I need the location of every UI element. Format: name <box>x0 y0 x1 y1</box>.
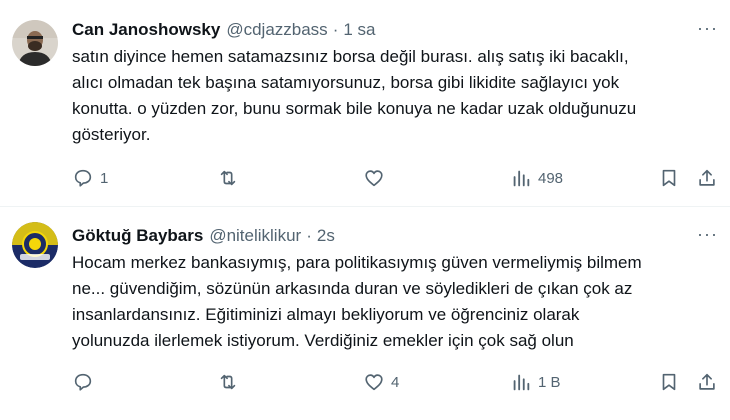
reply-icon <box>74 373 92 391</box>
action-bar: 4 1 B <box>72 371 722 395</box>
user-handle[interactable]: @niteliklikur <box>209 226 301 246</box>
more-icon[interactable]: ··· <box>697 18 718 39</box>
like-count: 4 <box>391 373 400 391</box>
user-handle[interactable]: @cdjazzbass <box>226 20 327 40</box>
tweet-text-line: gösteriyor. <box>72 125 151 144</box>
tweet-header: Göktuğ Baybars @niteliklikur · 2s <box>72 226 335 246</box>
share-button[interactable] <box>696 167 718 189</box>
views-count: 498 <box>538 169 564 187</box>
separator: · <box>306 226 312 245</box>
tweet-text-line: insanlardansınız. Eğitiminizi almayı bek… <box>72 305 580 324</box>
tweet-text: Hocam merkez bankasıymış, para politikas… <box>72 250 720 354</box>
views-button[interactable]: 1 B <box>510 371 561 393</box>
retweet-button[interactable] <box>217 371 245 393</box>
tweet-text: satın diyince hemen satamazsınız borsa d… <box>72 44 720 148</box>
display-name[interactable]: Göktuğ Baybars <box>72 226 203 246</box>
timestamp[interactable]: 1 sa <box>343 20 375 40</box>
like-icon <box>365 374 383 391</box>
reply-icon <box>74 169 92 187</box>
share-icon <box>699 373 715 390</box>
bookmark-icon <box>662 169 676 187</box>
display-name[interactable]: Can Janoshowsky <box>72 20 220 40</box>
views-count: 1 B <box>538 373 561 391</box>
more-icon[interactable]: ··· <box>697 224 718 245</box>
separator: · <box>332 20 339 39</box>
reply-button[interactable]: 1 <box>72 167 108 189</box>
bookmark-icon <box>662 373 676 391</box>
retweet-button[interactable] <box>217 167 245 189</box>
tweet[interactable]: Göktuğ Baybars @niteliklikur · 2s ··· Ho… <box>0 208 730 420</box>
bookmark-button[interactable] <box>658 167 680 189</box>
views-icon <box>513 170 530 187</box>
like-button[interactable] <box>363 167 391 189</box>
tweet-text-line: konutta. o yüzden zor, bunu sormak bile … <box>72 99 637 118</box>
retweet-icon <box>220 374 236 390</box>
share-button[interactable] <box>696 371 718 393</box>
timestamp[interactable]: 2s <box>317 226 335 246</box>
views-icon <box>513 374 530 391</box>
tweet-header: Can Janoshowsky @cdjazzbass · 1 sa <box>72 20 376 40</box>
avatar[interactable] <box>12 222 58 268</box>
share-icon <box>699 169 715 186</box>
tweet-text-line: alıcı olmadan tek başına satamıyorsunuz,… <box>72 73 620 92</box>
like-button[interactable]: 4 <box>363 371 399 393</box>
views-button[interactable]: 498 <box>510 167 563 189</box>
reply-count: 1 <box>100 169 109 187</box>
tweet-text-line: yolunuzda ilerlemek istiyorum. Verdiğini… <box>72 331 574 350</box>
bookmark-button[interactable] <box>658 371 680 393</box>
tweet-text-line: ne... güvendiğim, sözünün arkasında dura… <box>72 279 633 298</box>
tweet-text-line: satın diyince hemen satamazsınız borsa d… <box>72 47 629 66</box>
retweet-icon <box>220 170 236 186</box>
tweet[interactable]: Can Janoshowsky @cdjazzbass · 1 sa ··· s… <box>0 0 730 207</box>
avatar[interactable] <box>12 20 58 66</box>
action-bar: 1 498 <box>72 167 722 191</box>
tweet-text-line: Hocam merkez bankasıymış, para politikas… <box>72 253 642 272</box>
like-icon <box>365 170 383 187</box>
reply-button[interactable] <box>72 371 100 393</box>
